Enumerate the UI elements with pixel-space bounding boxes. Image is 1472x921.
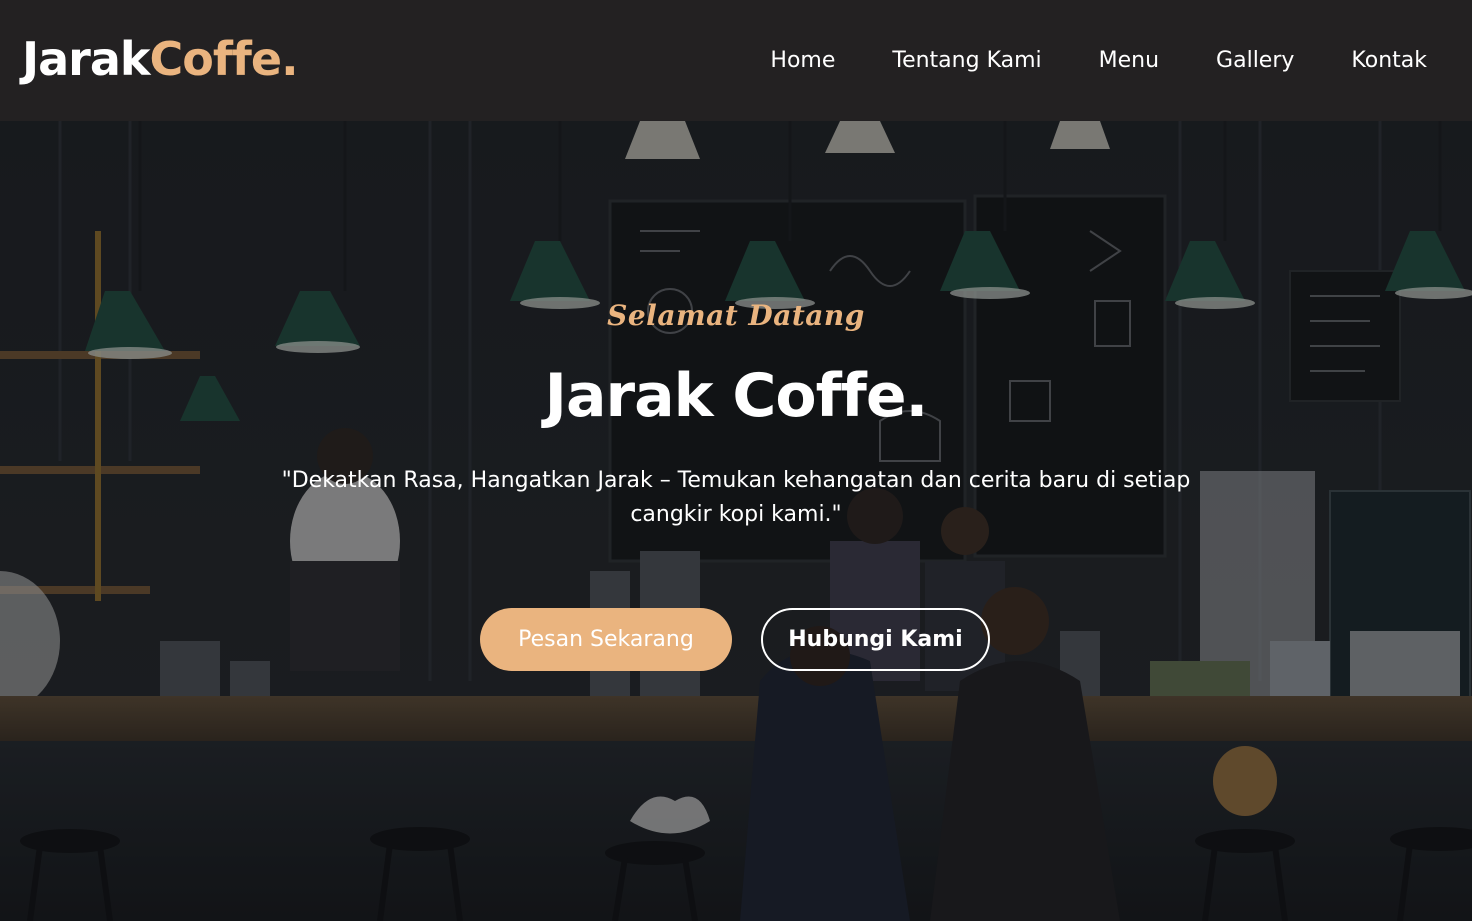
order-now-button[interactable]: Pesan Sekarang bbox=[480, 608, 732, 671]
brand-logo[interactable]: Jarak Coffe. bbox=[22, 31, 299, 86]
brand-name-primary: Jarak bbox=[22, 31, 150, 86]
hero-section: Selamat Datang Jarak Coffe. "Dekatkan Ra… bbox=[0, 121, 1472, 921]
hero-title: Jarak Coffe. bbox=[544, 361, 929, 431]
nav-link-menu[interactable]: Menu bbox=[1099, 48, 1159, 73]
nav-link-home[interactable]: Home bbox=[770, 48, 835, 73]
brand-name-accent: Coffe. bbox=[149, 31, 298, 86]
hero-subtitle: Selamat Datang bbox=[607, 299, 865, 332]
nav-link-gallery[interactable]: Gallery bbox=[1216, 48, 1294, 73]
nav-link-kontak[interactable]: Kontak bbox=[1351, 48, 1427, 73]
contact-us-button[interactable]: Hubungi Kami bbox=[761, 608, 990, 671]
navbar: Jarak Coffe. Home Tentang Kami Menu Galle… bbox=[0, 0, 1472, 121]
hero-description: "Dekatkan Rasa, Hangatkan Jarak – Temuka… bbox=[281, 468, 1191, 527]
main-navigation: Home Tentang Kami Menu Gallery Kontak bbox=[770, 48, 1427, 73]
nav-link-tentang-kami[interactable]: Tentang Kami bbox=[892, 48, 1041, 73]
hero-content: Selamat Datang Jarak Coffe. "Dekatkan Ra… bbox=[0, 121, 1472, 921]
